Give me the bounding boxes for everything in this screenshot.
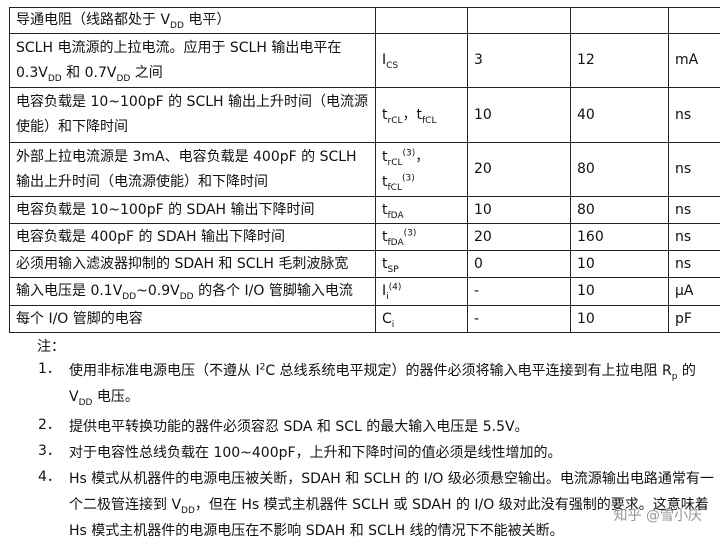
param-description: 电容负载是 400pF 的 SDAH 输出下降时间 <box>9 223 376 251</box>
param-description: 电容负载是 10~100pF 的 SDAH 输出下降时间 <box>9 196 376 224</box>
param-description: 外部上拉电流源是 3mA、电容负载是 400pF 的 SCLH 输出上升时间（电… <box>9 142 376 197</box>
param-min: 10 <box>467 87 571 143</box>
table-row: 必须用输入滤波器抑制的 SDAH 和 SCLH 毛刺波脉宽 tSP 0 10 ns <box>9 250 720 278</box>
spec-table-body: 导通电阻（线路都处于 VDD 电平） SCLH 电流源的上拉电流。应用于 SCLH… <box>9 7 720 333</box>
param-min: 0 <box>467 250 571 278</box>
param-unit: ns <box>668 87 720 143</box>
note-text: 对于电容性总线负载在 100~400pF，上升和下降时间的值必须是线性增加的。 <box>69 445 562 461</box>
table-row: 电容负载是 400pF 的 SDAH 输出下降时间 tfDA(3) 20 160 ns <box>9 223 720 251</box>
param-symbol: Ii(4) <box>375 277 468 306</box>
param-max: 10 <box>570 277 669 306</box>
param-unit: ns <box>668 223 720 251</box>
param-min: - <box>467 277 571 306</box>
param-max: 10 <box>570 250 669 278</box>
param-max: 80 <box>570 196 669 224</box>
param-min: - <box>467 305 571 333</box>
table-row: 每个 I/O 管脚的电容 Ci -10 pF <box>9 305 720 333</box>
table-row: 导通电阻（线路都处于 VDD 电平） <box>9 7 720 34</box>
watermark: 知乎 @雪小庆 <box>613 508 702 524</box>
param-symbol: trCL，tfCL <box>375 87 468 143</box>
param-description: 每个 I/O 管脚的电容 <box>9 305 376 333</box>
param-max: 12 <box>570 33 669 88</box>
param-min: 20 <box>467 142 571 197</box>
param-max: 160 <box>570 223 669 251</box>
param-unit: μA <box>668 277 720 306</box>
param-min: 10 <box>467 196 571 224</box>
table-row: SCLH 电流源的上拉电流。应用于 SCLH 输出电平在 0.3VDD 和 0.… <box>9 33 720 88</box>
table-row: 输入电压是 0.1VDD~0.9VDD 的各个 I/O 管脚输入电流 Ii(4) -… <box>9 277 720 306</box>
param-min: 20 <box>467 223 571 251</box>
param-max <box>570 7 669 34</box>
param-min <box>467 7 571 34</box>
param-unit: mA <box>668 33 720 88</box>
param-max: 80 <box>570 142 669 197</box>
param-unit: ns <box>668 196 720 224</box>
note-text: 提供电平转换功能的器件必须容忍 SDA 和 SCL 的最大输入电压是 5.5V。 <box>69 419 529 435</box>
notes-heading: 注： <box>37 339 65 355</box>
table-row: 电容负载是 10~100pF 的 SCLH 输出上升时间（电流源使能）和下降时间… <box>9 87 720 143</box>
param-symbol: Ci <box>375 305 468 333</box>
param-unit <box>668 7 720 34</box>
param-description: 必须用输入滤波器抑制的 SDAH 和 SCLH 毛刺波脉宽 <box>9 250 376 278</box>
table-row: 电容负载是 10~100pF 的 SDAH 输出下降时间 tfDA 10 80 ns <box>9 196 720 224</box>
param-symbol: ICS <box>375 33 468 88</box>
param-max: 40 <box>570 87 669 143</box>
param-description: 输入电压是 0.1VDD~0.9VDD 的各个 I/O 管脚输入电流 <box>9 277 376 306</box>
param-symbol: tfDA(3) <box>375 223 468 251</box>
table-row: 外部上拉电流源是 3mA、电容负载是 400pF 的 SCLH 输出上升时间（电… <box>9 142 720 197</box>
note-number: 1． <box>38 361 61 377</box>
param-symbol: tfDA <box>375 196 468 224</box>
spec-table: 导通电阻（线路都处于 VDD 电平） SCLH 电流源的上拉电流。应用于 SCLH… <box>9 7 720 333</box>
note-number: 2． <box>38 417 61 433</box>
param-description: 导通电阻（线路都处于 VDD 电平） <box>9 7 376 34</box>
param-description: SCLH 电流源的上拉电流。应用于 SCLH 输出电平在 0.3VDD 和 0.… <box>9 33 376 88</box>
note-number: 3． <box>38 443 61 459</box>
param-description: 电容负载是 10~100pF 的 SCLH 输出上升时间（电流源使能）和下降时间 <box>9 87 376 143</box>
param-symbol <box>375 7 468 34</box>
note-number: 4． <box>38 469 61 485</box>
param-symbol: tSP <box>375 250 468 278</box>
param-unit: ns <box>668 250 720 278</box>
note-text: 使用非标准电源电压（不遵从 I2C 总线系统电平规定）的器件必须将输入电平连接到… <box>69 362 696 408</box>
param-unit: ns <box>668 142 720 197</box>
param-unit: pF <box>668 305 720 333</box>
param-max: 10 <box>570 305 669 333</box>
param-min: 3 <box>467 33 571 88</box>
param-symbol: trCL(3)，tfCL(3) <box>375 142 468 197</box>
